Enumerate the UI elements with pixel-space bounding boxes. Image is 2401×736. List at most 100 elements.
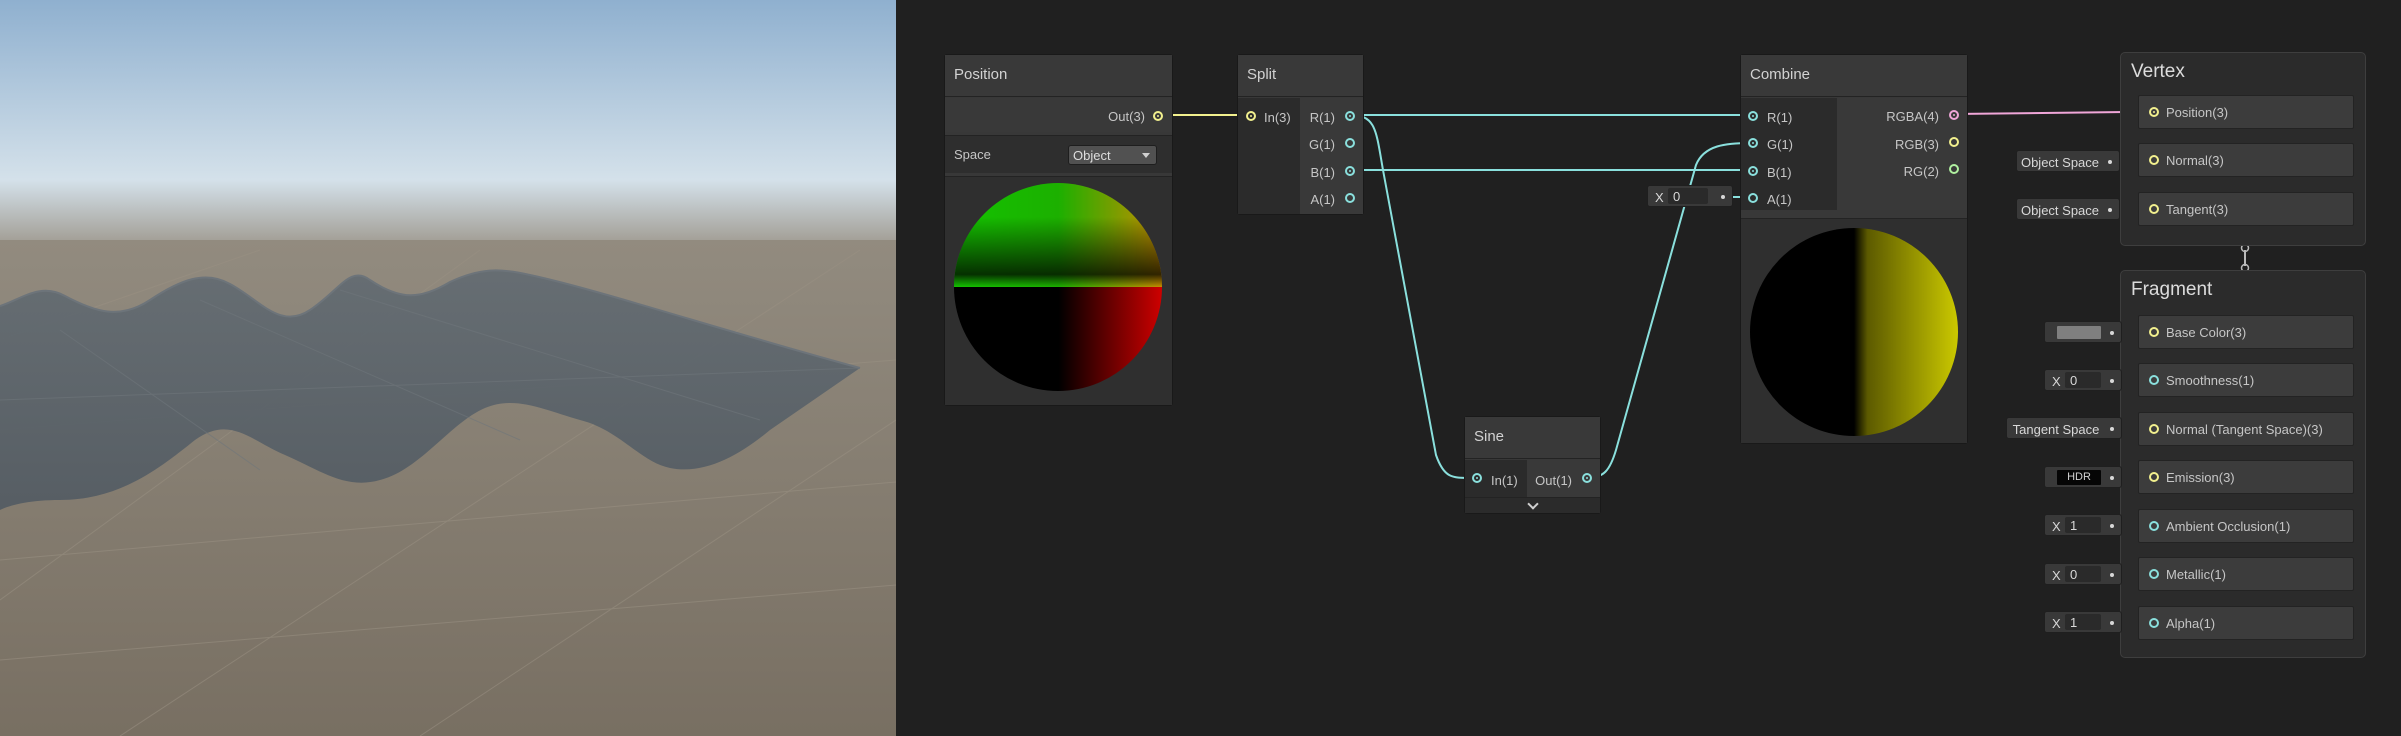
fragment-block-emission[interactable]: Emission(3) bbox=[2138, 460, 2354, 494]
combine-input-b-port[interactable] bbox=[1748, 166, 1758, 176]
combine-output-rg-label: RG(2) bbox=[1903, 164, 1939, 179]
emission-label: Emission(3) bbox=[2166, 470, 2235, 485]
connector-dot-icon bbox=[2110, 573, 2114, 577]
emission-hdr-swatch[interactable]: HDR bbox=[2057, 470, 2101, 485]
vertex-block-normal[interactable]: Normal(3) bbox=[2138, 143, 2354, 177]
ambient-occlusion-label: Ambient Occlusion(1) bbox=[2166, 519, 2291, 534]
fragment-block-metallic[interactable]: Metallic(1) bbox=[2138, 557, 2354, 591]
split-output-r-label: R(1) bbox=[1309, 110, 1335, 125]
split-output-b-port[interactable] bbox=[1345, 166, 1355, 176]
connector-dot-icon bbox=[2108, 160, 2112, 164]
fragment-normal-label: Normal (Tangent Space)(3) bbox=[2166, 422, 2323, 437]
fragment-block-alpha[interactable]: Alpha(1) bbox=[2138, 606, 2354, 640]
metallic-x-label: X bbox=[2052, 568, 2061, 583]
combine-input-r-port[interactable] bbox=[1748, 111, 1758, 121]
split-output-r-port[interactable] bbox=[1345, 111, 1355, 121]
smoothness-value[interactable]: 0 bbox=[2065, 372, 2101, 388]
vertex-tangent-port[interactable] bbox=[2149, 204, 2159, 214]
fragment-stack[interactable]: Fragment Base Color(3) Smoothness(1) Nor… bbox=[2120, 270, 2366, 658]
fragment-block-base-color[interactable]: Base Color(3) bbox=[2138, 315, 2354, 349]
scene-viewport[interactable] bbox=[0, 0, 896, 736]
vertex-block-tangent[interactable]: Tangent(3) bbox=[2138, 192, 2354, 226]
ambient-occlusion-port[interactable] bbox=[2149, 521, 2159, 531]
vertex-tangent-label: Tangent(3) bbox=[2166, 202, 2229, 217]
connector-dot-icon bbox=[2110, 331, 2114, 335]
base-color-port[interactable] bbox=[2149, 327, 2159, 337]
connector-dot-icon bbox=[2108, 208, 2112, 212]
base-color-swatch-chip[interactable] bbox=[2044, 321, 2122, 343]
combine-input-g-label: G(1) bbox=[1767, 137, 1793, 152]
fragment-block-smoothness[interactable]: Smoothness(1) bbox=[2138, 363, 2354, 397]
wire-split-r-to-sine-in bbox=[1349, 114, 1472, 479]
split-output-a-label: A(1) bbox=[1310, 192, 1335, 207]
connector-dot-icon bbox=[2110, 379, 2114, 383]
combine-output-rgb-port[interactable] bbox=[1949, 137, 1959, 147]
combine-output-rgba-label: RGBA(4) bbox=[1886, 109, 1939, 124]
vertex-stack[interactable]: Vertex Position(3) Normal(3) Tangent(3) bbox=[2120, 52, 2366, 246]
split-input-label: In(3) bbox=[1264, 110, 1291, 125]
combine-output-rgb-label: RGB(3) bbox=[1894, 137, 1939, 152]
emission-color-chip[interactable]: HDR bbox=[2044, 466, 2122, 488]
ambient-occlusion-default-field[interactable]: X 1 bbox=[2044, 514, 2122, 536]
combine-input-r-label: R(1) bbox=[1767, 110, 1793, 125]
fragment-normal-space-chip[interactable]: Tangent Space bbox=[2006, 417, 2122, 439]
scene-render bbox=[0, 0, 896, 736]
vertex-tangent-space-chip[interactable]: Object Space bbox=[2016, 198, 2120, 220]
emission-port[interactable] bbox=[2149, 472, 2159, 482]
combine-output-rg-port[interactable] bbox=[1949, 164, 1959, 174]
alpha-default-field[interactable]: X 1 bbox=[2044, 611, 2122, 633]
space-dropdown[interactable]: Object bbox=[1068, 145, 1157, 165]
split-output-a-port[interactable] bbox=[1345, 193, 1355, 203]
sine-output-port[interactable] bbox=[1582, 473, 1592, 483]
shader-graph-canvas[interactable]: Position Out(3) Space Object Split In(3)… bbox=[896, 0, 2401, 736]
combine-input-a-label: A(1) bbox=[1767, 192, 1792, 207]
caret-down-icon bbox=[1142, 153, 1150, 158]
combine-node[interactable]: Combine R(1) G(1) B(1) A(1) RGBA(4) RGB(… bbox=[1740, 54, 1968, 444]
metallic-default-field[interactable]: X 0 bbox=[2044, 563, 2122, 585]
sine-input-port[interactable] bbox=[1472, 473, 1482, 483]
split-node[interactable]: Split In(3) R(1) G(1) B(1) A(1) bbox=[1237, 54, 1364, 215]
combine-a-value[interactable]: 0 bbox=[1668, 188, 1708, 204]
position-node[interactable]: Position Out(3) Space Object bbox=[944, 54, 1173, 406]
vertex-normal-space-text: Object Space bbox=[2020, 155, 2100, 170]
connector-dot-icon bbox=[2110, 621, 2114, 625]
fragment-title: Fragment bbox=[2131, 279, 2213, 300]
position-output-port[interactable] bbox=[1153, 111, 1163, 121]
ambient-occlusion-value[interactable]: 1 bbox=[2065, 517, 2101, 533]
ambient-occlusion-x-label: X bbox=[2052, 519, 2061, 534]
vertex-normal-space-chip[interactable]: Object Space bbox=[2016, 150, 2120, 172]
sine-node[interactable]: Sine In(1) Out(1) bbox=[1464, 416, 1601, 514]
smoothness-default-field[interactable]: X 0 bbox=[2044, 369, 2122, 391]
split-input-port[interactable] bbox=[1246, 111, 1256, 121]
vertex-block-position[interactable]: Position(3) bbox=[2138, 95, 2354, 129]
metallic-port[interactable] bbox=[2149, 569, 2159, 579]
sine-expand-toggle[interactable] bbox=[1465, 497, 1600, 513]
vertex-normal-port[interactable] bbox=[2149, 155, 2159, 165]
alpha-port[interactable] bbox=[2149, 618, 2159, 628]
sine-output-label: Out(1) bbox=[1535, 473, 1572, 488]
space-label: Space bbox=[954, 147, 991, 162]
vertex-position-port[interactable] bbox=[2149, 107, 2159, 117]
chevron-down-icon bbox=[1527, 498, 1539, 510]
split-output-b-label: B(1) bbox=[1310, 165, 1335, 180]
combine-node-title: Combine bbox=[1741, 55, 1967, 97]
combine-a-default-field[interactable]: X 0 bbox=[1647, 185, 1733, 207]
combine-input-a-port[interactable] bbox=[1748, 193, 1758, 203]
split-output-g-port[interactable] bbox=[1345, 138, 1355, 148]
fragment-block-normal[interactable]: Normal (Tangent Space)(3) bbox=[2138, 412, 2354, 446]
position-node-title: Position bbox=[945, 55, 1172, 97]
alpha-label: Alpha(1) bbox=[2166, 616, 2216, 631]
combine-input-g-port[interactable] bbox=[1748, 138, 1758, 148]
combine-output-rgba-port[interactable] bbox=[1949, 110, 1959, 120]
fragment-block-ambient-occlusion[interactable]: Ambient Occlusion(1) bbox=[2138, 509, 2354, 543]
base-color-swatch[interactable] bbox=[2057, 326, 2101, 339]
position-space-row: Space Object bbox=[945, 135, 1172, 173]
metallic-value[interactable]: 0 bbox=[2065, 566, 2101, 582]
smoothness-port[interactable] bbox=[2149, 375, 2159, 385]
split-output-g-label: G(1) bbox=[1309, 137, 1335, 152]
smoothness-label: Smoothness(1) bbox=[2166, 373, 2255, 388]
vertex-tangent-space-text: Object Space bbox=[2020, 203, 2100, 218]
alpha-value[interactable]: 1 bbox=[2065, 614, 2101, 630]
connector-dot-icon bbox=[1721, 195, 1725, 199]
fragment-normal-port[interactable] bbox=[2149, 424, 2159, 434]
